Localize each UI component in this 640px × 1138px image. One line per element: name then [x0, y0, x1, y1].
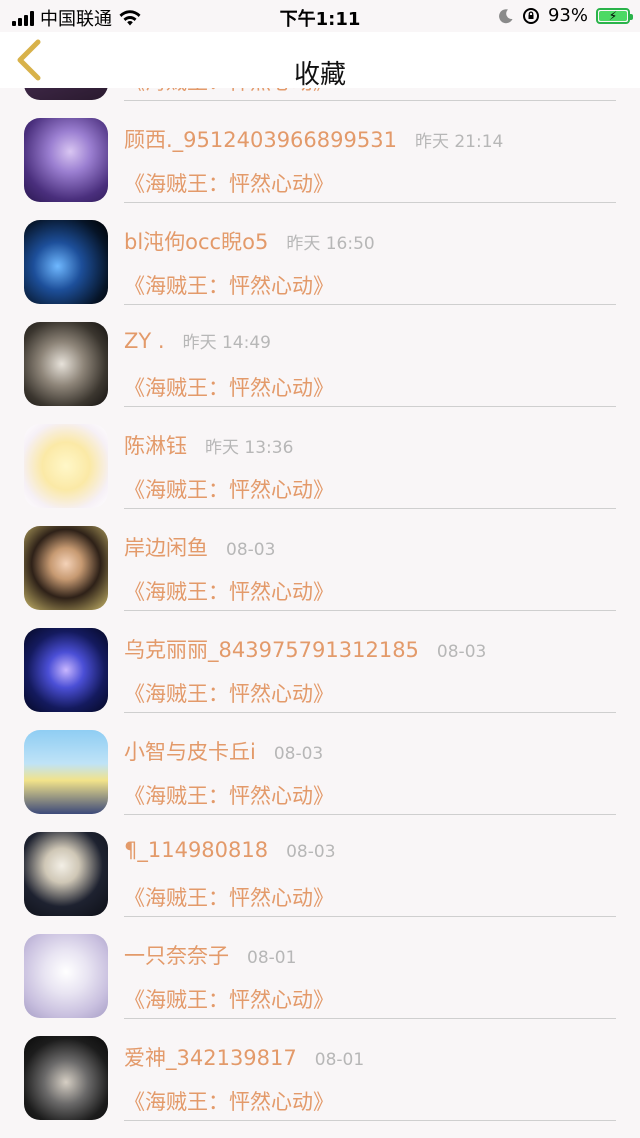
list-item[interactable]: ZY . 昨天 14:49 《海贼王：怦然心动》	[0, 306, 640, 408]
avatar	[24, 88, 108, 100]
divider	[124, 814, 616, 815]
battery-icon: ⚡	[596, 7, 633, 24]
book-title: 《海贼王：怦然心动》	[124, 682, 334, 706]
book-title: 《海贼王：怦然心动》	[124, 1090, 334, 1114]
user-name: 乌克丽丽_843975791312185 08-03	[124, 638, 487, 662]
divider	[124, 304, 616, 305]
divider	[124, 610, 616, 611]
user-name: 一只奈奈子 08-01	[124, 944, 297, 968]
user-name: 陈淋钰 昨天 13:36	[124, 434, 294, 458]
timestamp: 昨天 16:50	[286, 234, 375, 254]
list-item[interactable]: 顾西._9512403966899531 昨天 21:14 《海贼王：怦然心动》	[0, 102, 640, 204]
list-item[interactable]: 乌克丽丽_843975791312185 08-03 《海贼王：怦然心动》	[0, 612, 640, 714]
avatar	[24, 1036, 108, 1120]
moon-icon	[499, 8, 513, 23]
avatar	[24, 526, 108, 610]
list-item[interactable]: 小智与皮卡丘i 08-03 《海贼王：怦然心动》	[0, 714, 640, 816]
book-title: 《海贼王：怦然心动》	[124, 478, 334, 502]
timestamp: 08-03	[436, 642, 487, 662]
list-item[interactable]: ¶_114980818 08-03 《海贼王：怦然心动》	[0, 816, 640, 918]
book-title: 《海贼王：怦然心动》	[124, 784, 334, 808]
avatar	[24, 322, 108, 406]
divider	[124, 100, 616, 101]
list-item[interactable]: bl沌佝occ睨o5 昨天 16:50 《海贼王：怦然心动》	[0, 204, 640, 306]
status-bar: 中国联通 下午1:11 93% ⚡	[0, 0, 640, 32]
divider	[124, 916, 616, 917]
timestamp: 08-03	[226, 540, 276, 560]
favorites-list: 《海贼王：怦然心动》 顾西._9512403966899531昨天 21:14 …	[0, 88, 640, 1138]
divider	[124, 508, 616, 509]
timestamp: 昨天 13:36	[205, 438, 294, 458]
book-title: 《海贼王：怦然心动》	[124, 886, 334, 910]
avatar	[24, 118, 108, 202]
book-title: 《海贼王：怦然心动》	[124, 988, 334, 1012]
list-item[interactable]: 岸边闲鱼 08-03 《海贼王：怦然心动》	[0, 510, 640, 612]
avatar	[24, 832, 108, 916]
charging-bolt-icon: ⚡	[608, 8, 618, 23]
book-title: 《海贼王：怦然心动》	[124, 88, 334, 96]
nav-bar: 收藏	[0, 32, 640, 90]
book-title: 《海贼王：怦然心动》	[124, 580, 334, 604]
avatar	[24, 934, 108, 1018]
battery-percent: 93%	[547, 5, 588, 26]
timestamp: 昨天 14:49	[182, 333, 271, 353]
avatar	[24, 628, 108, 712]
avatar	[24, 424, 108, 508]
timestamp: 昨天 21:14	[414, 132, 504, 152]
page-title: 收藏	[293, 60, 346, 90]
divider	[124, 1018, 616, 1019]
user-name: ZY . 昨天 14:49	[124, 329, 271, 353]
divider	[124, 406, 616, 407]
user-name: 顾西._9512403966899531 昨天 21:14	[124, 128, 504, 152]
list-item[interactable]: 一只奈奈子 08-01 《海贼王：怦然心动》	[0, 918, 640, 1020]
timestamp: 08-01	[314, 1050, 365, 1070]
book-title: 《海贼王：怦然心动》	[124, 172, 334, 196]
user-name: 岸边闲鱼 08-03	[124, 536, 276, 560]
avatar	[24, 730, 108, 814]
list-item[interactable]: 陈淋钰 昨天 13:36 《海贼王：怦然心动》	[0, 408, 640, 510]
status-right: 93% ⚡	[498, 5, 633, 26]
book-title: 《海贼王：怦然心动》	[124, 376, 334, 400]
timestamp: 08-03	[273, 744, 324, 764]
book-title: 《海贼王：怦然心动》	[124, 274, 334, 298]
user-name: bl沌佝occ睨o5 昨天 16:50	[124, 230, 375, 254]
orientation-lock-icon	[522, 7, 539, 24]
user-name: 小智与皮卡丘i 08-03	[124, 740, 324, 764]
list-item[interactable]: 《海贼王：怦然心动》	[0, 88, 640, 102]
list-item[interactable]: 爱神_342139817 08-01 《海贼王：怦然心动》	[0, 1020, 640, 1122]
avatar	[24, 220, 108, 304]
divider	[124, 202, 616, 203]
divider	[124, 1120, 616, 1121]
user-name: 爱神_342139817 08-01	[124, 1046, 365, 1070]
divider	[124, 712, 616, 713]
user-name: ¶_114980818 08-03	[124, 838, 336, 862]
timestamp: 08-03	[286, 842, 336, 862]
timestamp: 08-01	[247, 948, 297, 968]
